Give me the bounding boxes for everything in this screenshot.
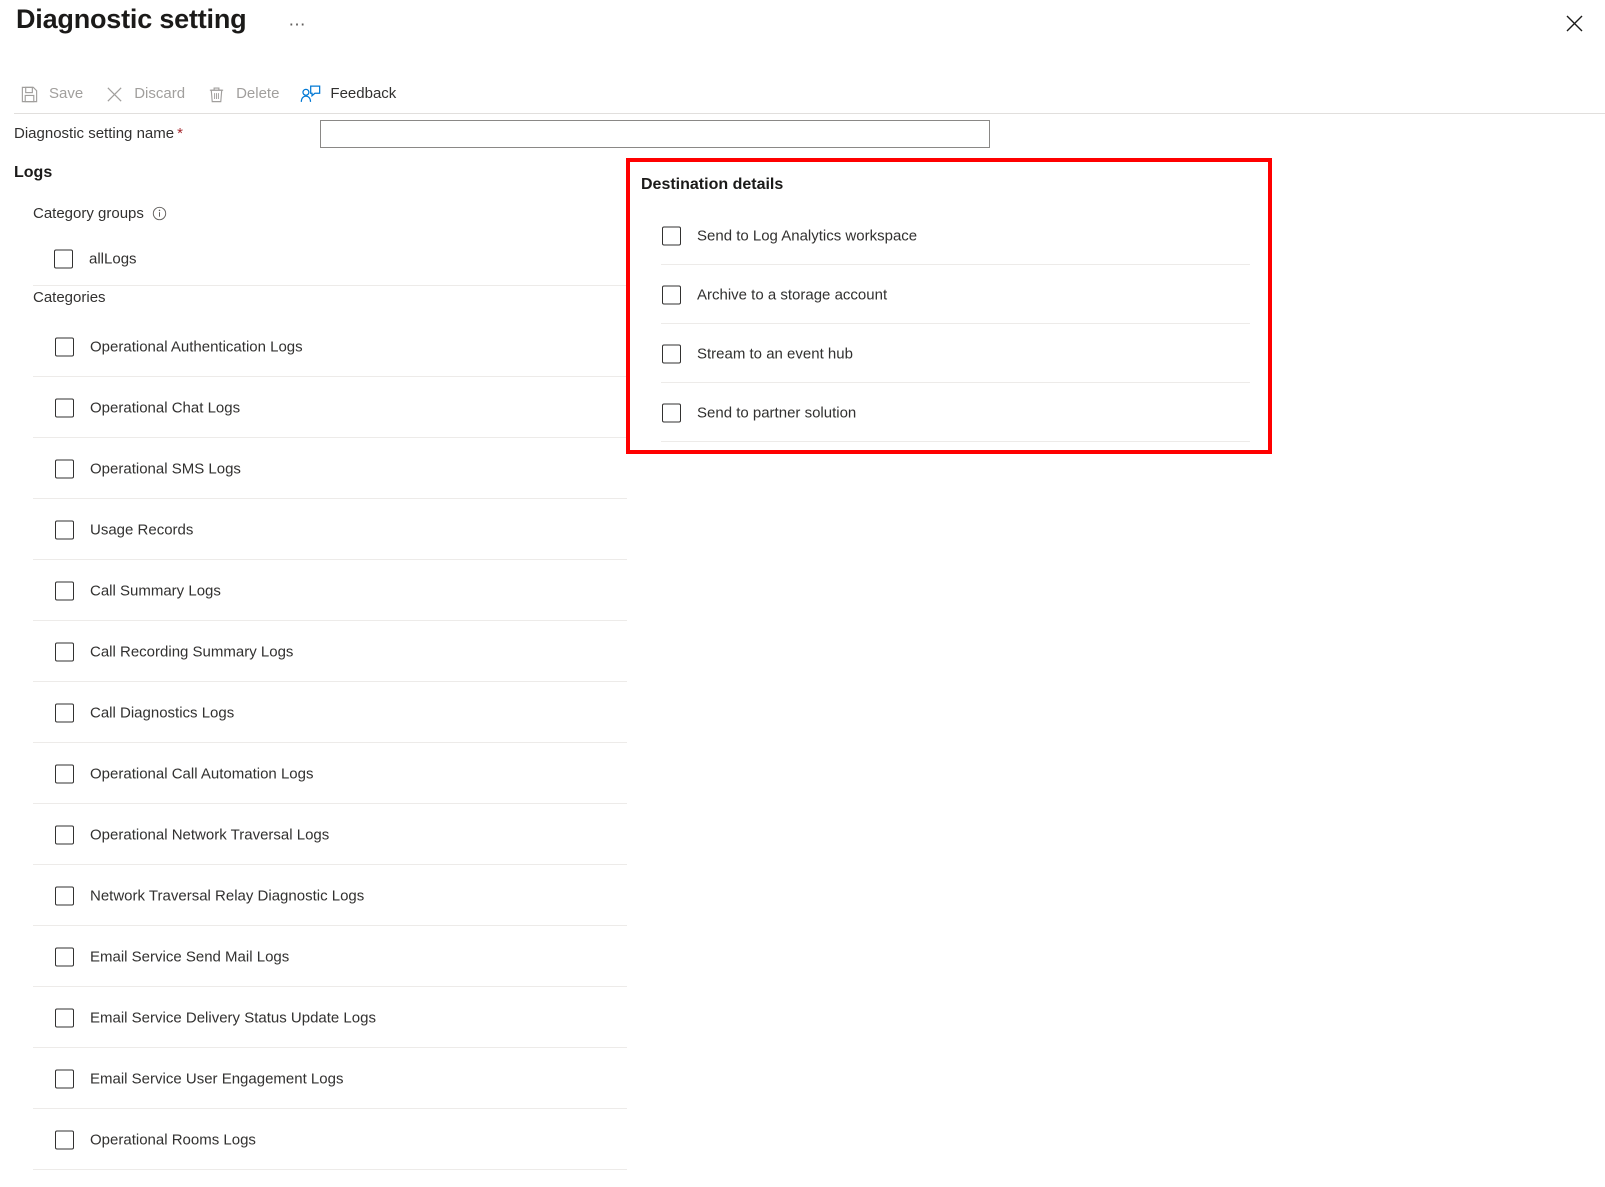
overflow-menu-button[interactable]: ⋯ [284,12,310,38]
destination-label: Send to Log Analytics workspace [697,227,917,244]
category-checkbox[interactable] [55,337,74,356]
list-item[interactable]: Send to partner solution [630,383,1268,442]
destination-label: Archive to a storage account [697,286,887,303]
save-icon [16,83,42,105]
row-divider [33,1169,627,1170]
category-label: Usage Records [90,521,193,538]
destination-options-list: Send to Log Analytics workspace Archive … [630,206,1268,442]
delete-button[interactable]: Delete [201,78,285,110]
list-item[interactable]: allLogs [0,232,627,286]
category-checkbox[interactable] [55,581,74,600]
list-item[interactable]: Archive to a storage account [630,265,1268,324]
category-groups-list: allLogs [0,232,640,286]
diagnostic-setting-name-row: Diagnostic setting name* [0,118,1605,160]
destination-details-panel: Destination details Send to Log Analytic… [626,158,1272,454]
save-button[interactable]: Save [14,78,89,110]
category-groups-label: Category groups [33,205,168,222]
category-checkbox[interactable] [55,642,74,661]
category-group-checkbox[interactable] [54,250,73,269]
table-row[interactable]: Call Summary Logs [0,560,627,621]
category-checkbox[interactable] [55,1130,74,1149]
feedback-button-label: Feedback [330,84,396,104]
destination-label: Stream to an event hub [697,345,853,362]
command-bar: Save Discard Delete Fee [14,78,412,110]
categories-list: Operational Authentication Logs Operatio… [0,316,640,1170]
diagnostic-setting-name-input[interactable] [320,120,990,148]
category-label: Call Summary Logs [90,582,221,599]
feedback-button[interactable]: Feedback [295,78,402,110]
diagnostic-setting-name-label: Diagnostic setting name* [14,125,183,142]
table-row[interactable]: Operational Rooms Logs [0,1109,627,1170]
category-label: Call Diagnostics Logs [90,704,234,721]
category-checkbox[interactable] [55,947,74,966]
delete-button-label: Delete [236,84,279,104]
table-row[interactable]: Network Traversal Relay Diagnostic Logs [0,865,627,926]
row-divider [33,285,627,286]
info-icon[interactable] [152,206,168,222]
category-label: Operational Authentication Logs [90,338,303,355]
table-row[interactable]: Operational SMS Logs [0,438,627,499]
table-row[interactable]: Usage Records [0,499,627,560]
table-row[interactable]: Email Service Send Mail Logs [0,926,627,987]
category-label: Email Service User Engagement Logs [90,1070,343,1087]
discard-button[interactable]: Discard [99,78,191,110]
logs-section-title: Logs [14,164,52,182]
page-title: Diagnostic setting [16,4,246,35]
table-row[interactable]: Call Diagnostics Logs [0,682,627,743]
category-label: Operational Rooms Logs [90,1131,256,1148]
row-divider [661,441,1250,442]
category-groups-text: Category groups [33,205,144,222]
table-row[interactable]: Email Service Delivery Status Update Log… [0,987,627,1048]
table-row[interactable]: Operational Authentication Logs [0,316,627,377]
table-row[interactable]: Email Service User Engagement Logs [0,1048,627,1109]
delete-icon [203,83,229,105]
discard-icon [101,83,127,105]
category-label: Operational Chat Logs [90,399,240,416]
toolbar-divider [14,113,1605,114]
category-group-label: allLogs [89,251,137,268]
category-label: Operational SMS Logs [90,460,241,477]
category-label: Email Service Send Mail Logs [90,948,289,965]
category-label: Operational Network Traversal Logs [90,826,329,843]
category-checkbox[interactable] [55,1069,74,1088]
name-label-text: Diagnostic setting name [14,125,174,142]
category-checkbox[interactable] [55,398,74,417]
destination-details-title: Destination details [641,176,783,194]
discard-button-label: Discard [134,84,185,104]
destination-label: Send to partner solution [697,404,856,421]
category-checkbox[interactable] [55,886,74,905]
category-checkbox[interactable] [55,520,74,539]
category-label: Network Traversal Relay Diagnostic Logs [90,887,364,904]
category-checkbox[interactable] [55,764,74,783]
required-marker: * [177,125,183,142]
feedback-icon [297,83,323,105]
table-row[interactable]: Operational Chat Logs [0,377,627,438]
title-bar: Diagnostic setting ⋯ [0,0,1605,62]
category-label: Email Service Delivery Status Update Log… [90,1009,376,1026]
table-row[interactable]: Operational Call Automation Logs [0,743,627,804]
category-label: Operational Call Automation Logs [90,765,313,782]
close-icon[interactable] [1555,6,1593,40]
list-item[interactable]: Send to Log Analytics workspace [630,206,1268,265]
destination-checkbox-partner-solution[interactable] [662,403,681,422]
list-item[interactable]: Stream to an event hub [630,324,1268,383]
category-checkbox[interactable] [55,825,74,844]
destination-checkbox-storage-account[interactable] [662,285,681,304]
destination-checkbox-event-hub[interactable] [662,344,681,363]
categories-text: Categories [33,289,106,306]
category-label: Call Recording Summary Logs [90,643,293,660]
category-checkbox[interactable] [55,703,74,722]
category-checkbox[interactable] [55,1008,74,1027]
categories-label: Categories [33,289,106,306]
destination-checkbox-log-analytics[interactable] [662,226,681,245]
category-checkbox[interactable] [55,459,74,478]
table-row[interactable]: Operational Network Traversal Logs [0,804,627,865]
table-row[interactable]: Call Recording Summary Logs [0,621,627,682]
save-button-label: Save [49,84,83,104]
